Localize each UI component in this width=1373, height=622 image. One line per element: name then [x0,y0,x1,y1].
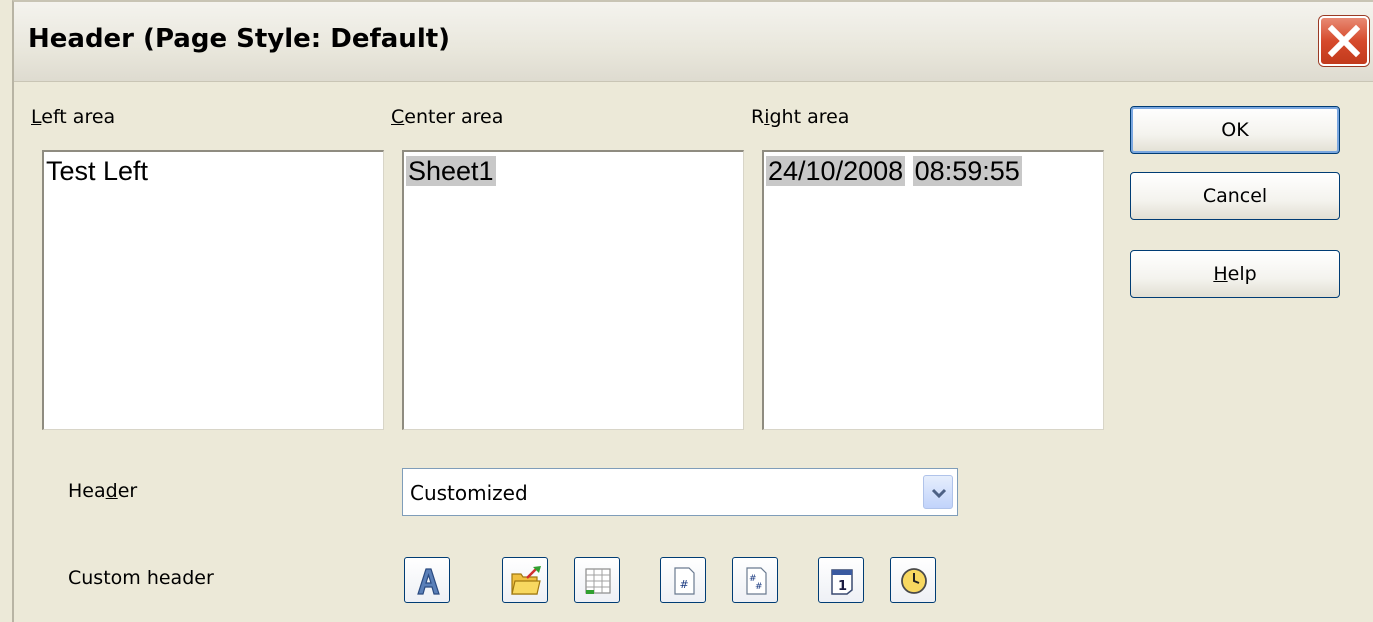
center-area-label: Center area [391,106,504,128]
svg-text:1: 1 [838,579,847,594]
dropdown-button[interactable] [923,475,953,509]
header-select-value: Customized [410,481,528,505]
title-bar[interactable]: Header (Page Style: Default) [14,2,1373,82]
right-area-label: Right area [751,106,850,128]
page-icon: # [674,567,695,595]
text-attributes-icon [417,568,440,595]
close-button[interactable] [1319,16,1369,66]
time-icon [901,568,927,594]
text-attributes-button[interactable] [404,557,450,603]
pages-button[interactable]: # # [732,557,778,603]
left-area-label: Left area [31,106,116,128]
date-field: 24/10/2008 [766,156,906,186]
file-name-icon [511,566,541,595]
header-select[interactable]: Customized [402,468,958,516]
cancel-button[interactable]: Cancel [1130,172,1340,220]
chevron-down-icon [931,488,947,499]
svg-text:#: # [680,578,689,591]
pages-icon: # # [746,567,767,595]
sheet-name-button[interactable] [574,557,620,603]
close-icon [1327,24,1361,58]
time-button[interactable] [890,557,936,603]
header-dialog: Header (Page Style: Default) Left area C… [12,0,1373,622]
right-area-editor[interactable]: 24/10/2008 08:59:55 [762,150,1104,430]
ok-button[interactable]: OK [1130,106,1340,154]
svg-text:#: # [755,582,763,592]
header-label: Header [68,480,138,502]
left-area-text: Test Left [46,156,149,186]
center-area-editor[interactable]: Sheet1 [402,150,744,430]
left-area-editor[interactable]: Test Left [42,150,384,430]
sheet-name-icon [585,568,611,594]
help-button[interactable]: Help [1130,250,1340,298]
date-icon: 1 [831,569,853,595]
time-field: 08:59:55 [912,156,1022,186]
dialog-title: Header (Page Style: Default) [28,24,451,54]
page-button[interactable]: # [660,557,706,603]
sheet-name-field: Sheet1 [406,156,496,186]
file-name-button[interactable] [502,557,548,603]
custom-header-label: Custom header [68,567,214,589]
date-button[interactable]: 1 [818,557,864,603]
